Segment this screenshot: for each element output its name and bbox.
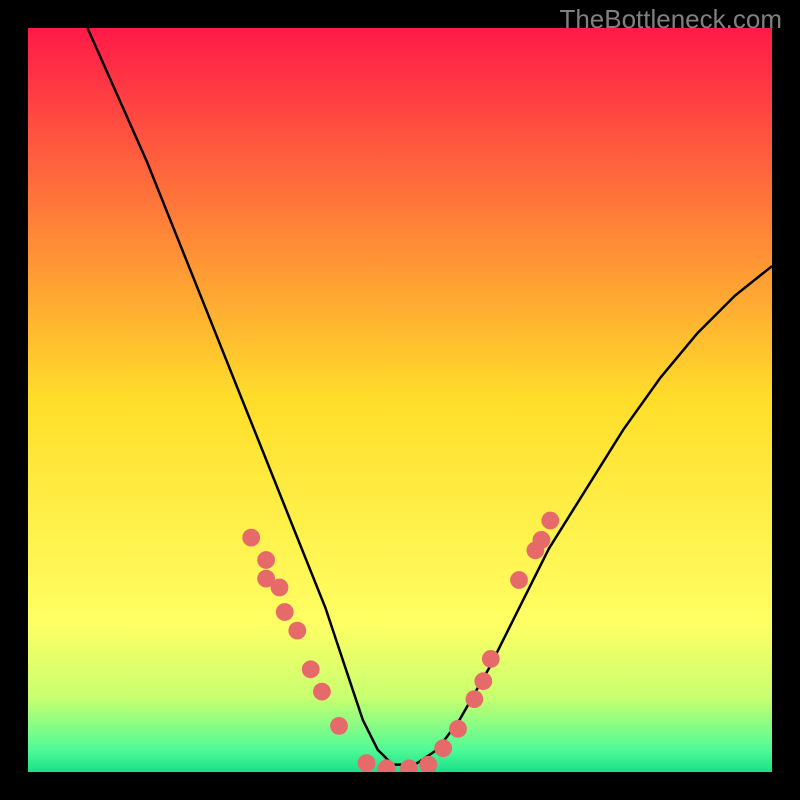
sample-point xyxy=(302,660,320,678)
sample-point xyxy=(242,529,260,547)
sample-point xyxy=(466,690,484,708)
chart-background xyxy=(28,28,772,772)
sample-point xyxy=(482,650,500,668)
sample-point xyxy=(288,622,306,640)
sample-point xyxy=(271,579,289,597)
sample-point xyxy=(330,717,348,735)
sample-point xyxy=(449,720,467,738)
watermark-text: TheBottleneck.com xyxy=(559,4,782,35)
chart-svg xyxy=(28,28,772,772)
sample-point xyxy=(276,603,294,621)
sample-point xyxy=(541,512,559,530)
chart-frame: TheBottleneck.com xyxy=(0,0,800,800)
sample-point xyxy=(434,739,452,757)
chart-plot xyxy=(28,28,772,772)
sample-point xyxy=(257,551,275,569)
sample-point xyxy=(358,754,376,772)
sample-point xyxy=(510,571,528,589)
sample-point xyxy=(313,683,331,701)
sample-point xyxy=(474,672,492,690)
sample-point xyxy=(533,531,551,549)
